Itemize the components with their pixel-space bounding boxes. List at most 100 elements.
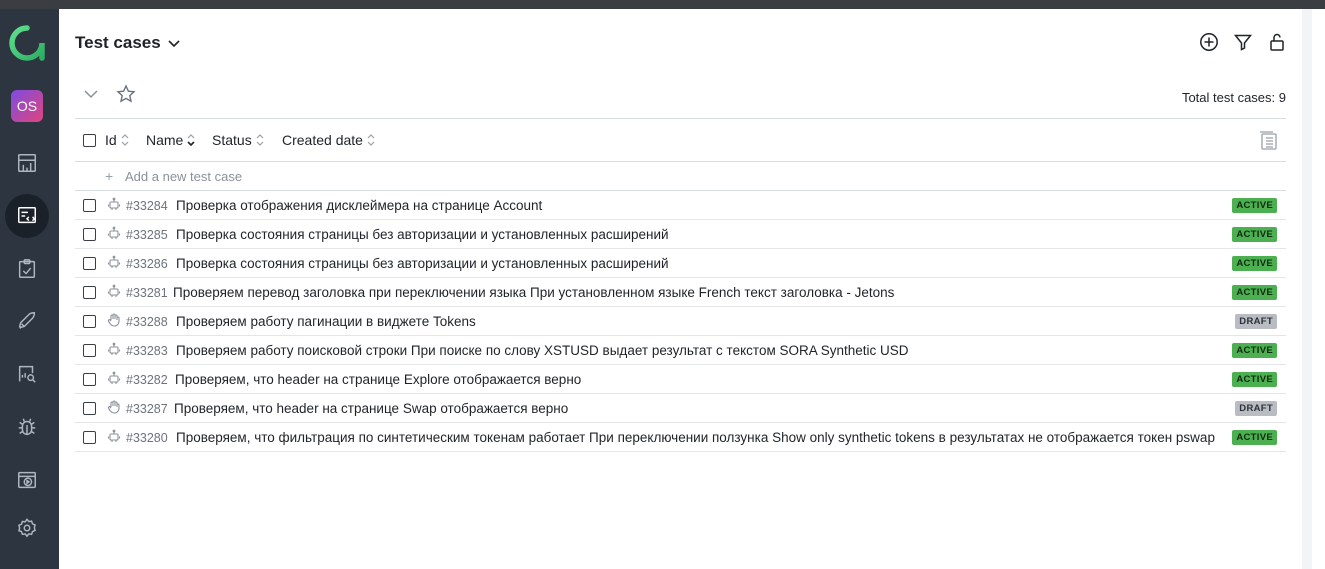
nav-launches[interactable] (5, 299, 49, 343)
test-plans-icon (18, 259, 36, 278)
column-settings-icon[interactable] (1258, 131, 1278, 151)
table-row[interactable]: #33283 Проверяем работу поисковой строки … (75, 336, 1286, 365)
sidebar: OS (0, 9, 59, 569)
test-case-name[interactable]: Проверяем, что фильтрация по синтетическ… (176, 430, 1215, 445)
status-badge: ACTIVE (1232, 372, 1277, 387)
table-header: Id Name Status Created date (75, 118, 1286, 162)
row-checkbox[interactable] (83, 286, 96, 299)
sort-icon (256, 134, 264, 146)
add-circle-icon (1200, 33, 1218, 51)
table-row[interactable]: #33282 Проверяем, что header на странице … (75, 365, 1286, 394)
table-row[interactable]: #33288 Проверяем работу пагинации в видже… (75, 307, 1286, 336)
robot-icon (107, 197, 121, 210)
column-label: Name (146, 132, 184, 148)
add-test-case-button[interactable] (1198, 31, 1220, 53)
defects-icon (18, 418, 36, 436)
table-body: #33284 Проверка отображения дисклеймера н… (75, 191, 1286, 452)
row-checkbox[interactable] (83, 315, 96, 328)
nav-defects[interactable] (5, 405, 49, 449)
page-title[interactable]: Test cases (75, 33, 181, 53)
test-case-name[interactable]: Проверяем работу поисковой строки При по… (176, 343, 909, 358)
test-case-name[interactable]: Проверка состояния страницы без авториза… (176, 256, 669, 271)
nav-analytics[interactable] (5, 352, 49, 396)
hand-icon (107, 400, 120, 414)
row-checkbox[interactable] (83, 373, 96, 386)
nav-settings[interactable] (5, 506, 49, 550)
page-title-text: Test cases (75, 33, 161, 52)
test-case-id: #33288 (126, 315, 168, 329)
filter-icon (1233, 34, 1253, 51)
column-header-name[interactable]: Name (146, 132, 195, 148)
row-checkbox[interactable] (83, 431, 96, 444)
robot-icon (107, 226, 121, 239)
table-row[interactable]: #33281 Проверяем перевод заголовка при пе… (75, 278, 1286, 307)
robot-icon (107, 255, 121, 268)
jobs-icon (18, 471, 36, 489)
test-case-id: #33284 (126, 199, 168, 213)
column-header-created-date[interactable]: Created date (282, 132, 375, 148)
test-case-id: #33285 (126, 228, 168, 242)
status-badge: DRAFT (1235, 314, 1277, 329)
robot-icon (107, 342, 121, 355)
column-label: Id (105, 132, 117, 148)
page-scrollbar[interactable] (1302, 9, 1312, 569)
test-case-id: #33282 (126, 373, 168, 387)
table-row[interactable]: #33285 Проверка состояния страницы без ав… (75, 220, 1286, 249)
status-badge: DRAFT (1235, 401, 1277, 416)
nav-dashboards[interactable] (5, 141, 49, 185)
status-badge: ACTIVE (1232, 430, 1277, 445)
row-checkbox[interactable] (83, 257, 96, 270)
add-test-case-placeholder: Add a new test case (125, 169, 243, 184)
dashboard-icon (18, 154, 36, 172)
row-checkbox[interactable] (83, 402, 96, 415)
column-header-id[interactable]: Id (105, 132, 129, 148)
allure-logo-icon[interactable] (9, 25, 45, 61)
table-row[interactable]: #33284 Проверка отображения дисклеймера н… (75, 191, 1286, 220)
star-icon[interactable] (116, 84, 136, 104)
chevron-down-icon (168, 40, 180, 48)
nav-jobs[interactable] (5, 458, 49, 502)
table-row[interactable]: #33287 Проверяем, что header на странице … (75, 394, 1286, 423)
sort-icon (121, 134, 129, 146)
filter-button[interactable] (1232, 31, 1254, 53)
test-case-name[interactable]: Проверяем, что header на странице Explor… (175, 372, 581, 387)
row-checkbox[interactable] (83, 199, 96, 212)
column-label: Created date (282, 132, 363, 148)
test-case-name[interactable]: Проверка отображения дисклеймера на стра… (176, 198, 542, 213)
row-checkbox[interactable] (83, 228, 96, 241)
table-row[interactable]: #33286 Проверка состояния страницы без ав… (75, 249, 1286, 278)
status-badge: ACTIVE (1232, 198, 1277, 213)
lock-button[interactable] (1266, 31, 1288, 53)
launches-icon (18, 312, 36, 329)
table-toolbar: Total test cases: 9 (75, 81, 1286, 109)
test-case-id: #33281 (126, 286, 168, 300)
settings-icon (18, 518, 36, 538)
add-test-case-row[interactable]: + Add a new test case (75, 162, 1286, 191)
row-checkbox[interactable] (83, 344, 96, 357)
test-cases-icon (18, 207, 36, 224)
chevron-down-icon[interactable] (83, 86, 99, 102)
test-case-name[interactable]: Проверка состояния страницы без авториза… (176, 227, 669, 242)
column-label: Status (212, 132, 252, 148)
status-badge: ACTIVE (1232, 256, 1277, 271)
sort-icon (367, 134, 375, 146)
column-header-status[interactable]: Status (212, 132, 264, 148)
test-case-name[interactable]: Проверяем, что header на странице Swap о… (174, 401, 568, 416)
nav-test-plans[interactable] (5, 247, 49, 291)
header-actions (1198, 31, 1288, 53)
unlock-icon (1270, 33, 1284, 51)
robot-icon (107, 371, 121, 384)
nav-test-cases[interactable] (5, 194, 49, 238)
status-badge: ACTIVE (1232, 227, 1277, 242)
select-all-checkbox[interactable] (83, 134, 96, 147)
test-case-name[interactable]: Проверяем перевод заголовка при переключ… (173, 285, 894, 300)
test-case-name[interactable]: Проверяем работу пагинации в виджете Tok… (176, 314, 476, 329)
window-top-bar (0, 0, 1325, 9)
project-avatar[interactable]: OS (11, 90, 43, 122)
test-case-id: #33283 (126, 344, 168, 358)
main-content: Test cases Total test cases: 9 Id Name S… (59, 9, 1302, 569)
robot-icon (107, 284, 121, 297)
test-case-id: #33280 (126, 431, 168, 445)
table-row[interactable]: #33280 Проверяем, что фильтрация по синте… (75, 423, 1286, 452)
test-case-id: #33286 (126, 257, 168, 271)
